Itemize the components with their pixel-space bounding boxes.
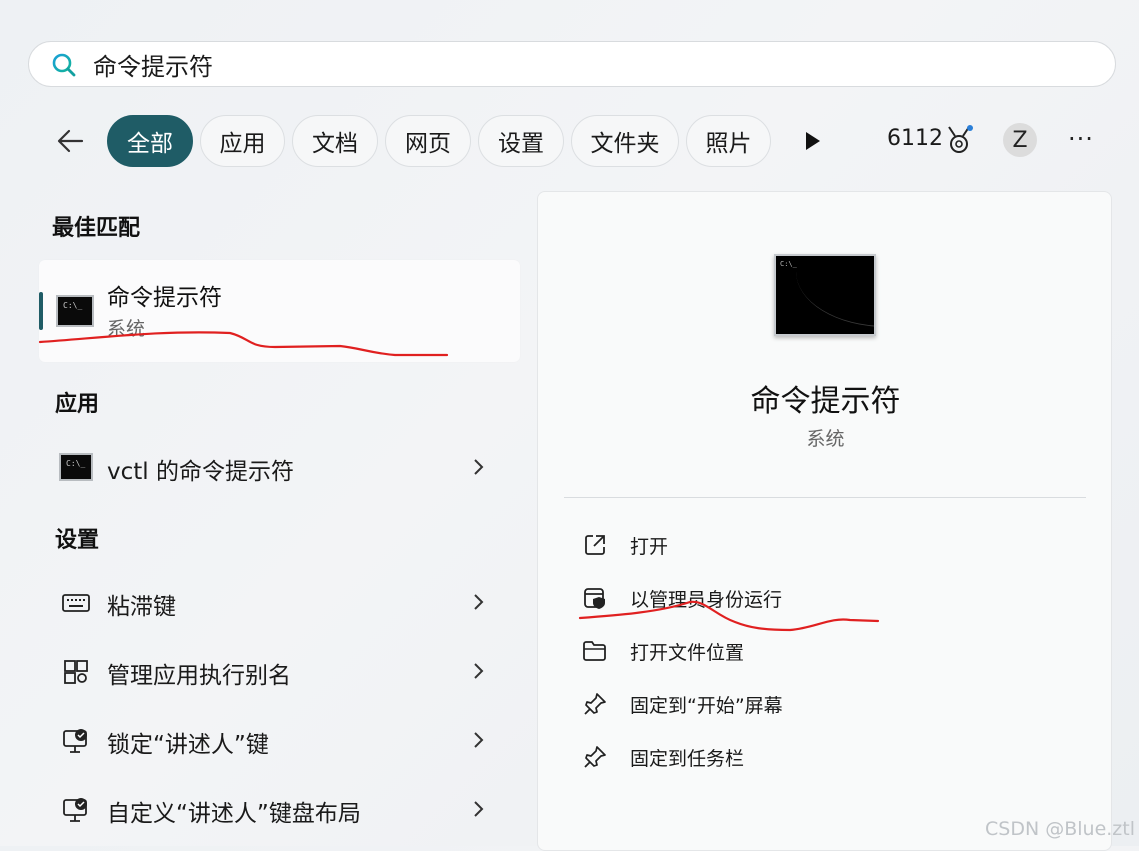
open-external-icon	[585, 535, 605, 555]
detail-subtitle: 系统	[806, 428, 845, 450]
action-pin-to-start[interactable]: 固定到“开始”屏幕	[564, 681, 1086, 727]
chevron-right-icon	[474, 459, 484, 475]
action-open-file-location[interactable]: 打开文件位置	[564, 628, 1086, 674]
avatar[interactable]: Z	[1003, 123, 1037, 157]
filter-tab-folders[interactable]: 文件夹	[571, 115, 679, 167]
list-item-vctl-cmd[interactable]: C:\_ vctl 的命令提示符	[39, 440, 520, 496]
action-open[interactable]: 打开	[564, 522, 1086, 568]
filter-tab-photos[interactable]: 照片	[686, 115, 771, 167]
watermark: CSDN @Blue.ztl	[985, 818, 1135, 840]
action-label: 固定到“开始”屏幕	[630, 695, 783, 717]
apps-heading: 应用	[55, 392, 100, 417]
detail-title: 命令提示符	[750, 384, 901, 419]
best-match-item[interactable]: C:\_ 命令提示符 系统	[39, 260, 520, 362]
action-label: 打开	[630, 536, 669, 558]
list-item-label: vctl 的命令提示符	[107, 459, 294, 485]
best-match-subtitle: 系统	[107, 318, 146, 340]
action-label: 打开文件位置	[630, 642, 745, 664]
pin-icon	[584, 746, 606, 768]
filter-tab-apps[interactable]: 应用	[200, 115, 285, 167]
search-icon	[52, 53, 76, 77]
list-item-label: 管理应用执行别名	[107, 663, 291, 689]
action-run-as-admin[interactable]: 以管理员身份运行	[564, 575, 1086, 621]
chevron-right-icon	[474, 801, 484, 817]
more-options-icon[interactable]: ···	[1068, 125, 1094, 153]
folder-icon	[583, 641, 606, 661]
rewards-medal-icon[interactable]	[945, 124, 973, 156]
cmd-app-icon: C:\_	[774, 254, 876, 336]
list-item-label: 自定义“讲述人”键盘布局	[107, 801, 361, 827]
best-match-title: 命令提示符	[107, 285, 222, 311]
selection-indicator	[39, 292, 43, 330]
app-alias-icon	[64, 660, 88, 684]
cmd-icon: C:\_	[59, 453, 93, 481]
settings-heading: 设置	[55, 528, 100, 553]
best-match-heading: 最佳匹配	[52, 216, 141, 241]
list-item-lock-narrator-key[interactable]: 锁定“讲述人”键	[39, 713, 520, 769]
list-item-sticky-keys[interactable]: 粘滞键	[39, 575, 520, 631]
divider	[564, 497, 1086, 498]
filter-tab-all[interactable]: 全部	[107, 115, 193, 167]
narrator-icon	[63, 729, 87, 753]
list-item-label: 粘滞键	[107, 594, 176, 620]
chevron-right-icon	[474, 732, 484, 748]
pin-icon	[584, 693, 606, 715]
list-item-app-alias[interactable]: 管理应用执行别名	[39, 644, 520, 700]
rewards-points[interactable]: 6112	[887, 126, 943, 151]
search-bar[interactable]	[28, 41, 1116, 87]
filter-tab-documents[interactable]: 文档	[292, 115, 378, 167]
cmd-icon: C:\_	[56, 295, 94, 327]
filter-tab-web[interactable]: 网页	[385, 115, 471, 167]
play-icon[interactable]	[803, 130, 823, 152]
list-item-narrator-keyboard-layout[interactable]: 自定义“讲述人”键盘布局	[39, 782, 520, 838]
chevron-right-icon	[474, 594, 484, 610]
filter-tab-settings[interactable]: 设置	[478, 115, 564, 167]
narrator-icon	[63, 798, 87, 822]
back-arrow-icon[interactable]	[52, 124, 90, 158]
keyboard-icon	[62, 594, 90, 612]
action-pin-to-taskbar[interactable]: 固定到任务栏	[564, 734, 1086, 780]
chevron-right-icon	[474, 663, 484, 679]
detail-panel: C:\_ 命令提示符 系统 打开 以管理员身份运行 打开文件位置 固定到“开始”…	[537, 191, 1112, 851]
list-item-label: 锁定“讲述人”键	[107, 732, 269, 758]
action-label: 以管理员身份运行	[630, 589, 783, 611]
action-label: 固定到任务栏	[630, 748, 745, 770]
search-input[interactable]	[93, 42, 993, 86]
admin-shield-icon	[584, 588, 605, 609]
